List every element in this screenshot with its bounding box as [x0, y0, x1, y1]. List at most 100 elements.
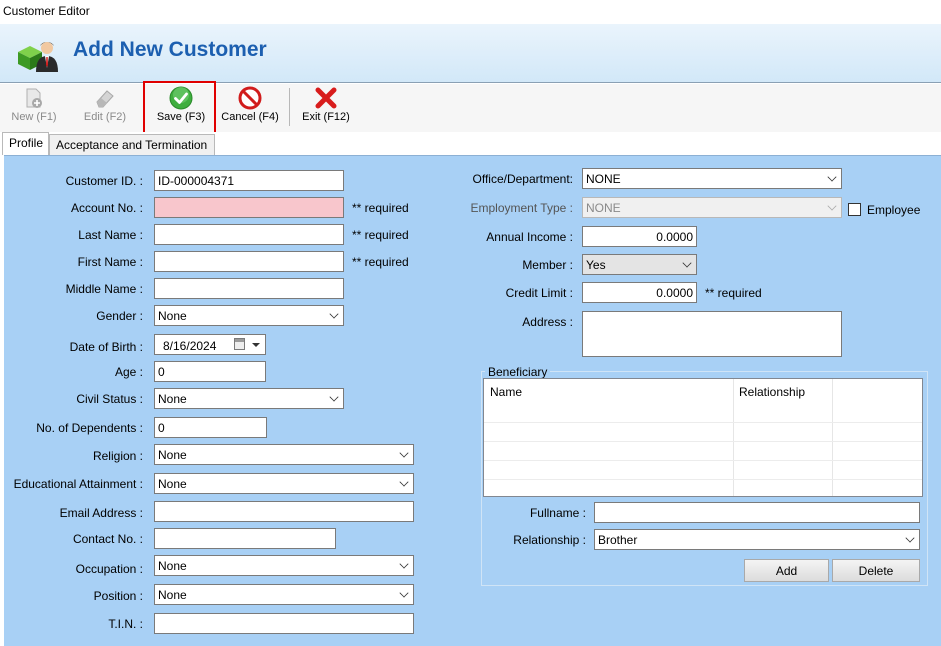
annual-income-field[interactable]: 0.0000: [582, 226, 697, 247]
dropdown-arrow-icon: [252, 343, 260, 347]
tab-strip: Profile Acceptance and Termination: [0, 132, 941, 155]
chevron-down-icon: [905, 533, 915, 543]
chevron-down-icon: [827, 172, 837, 182]
address-field[interactable]: [582, 311, 842, 357]
chevron-down-icon: [399, 448, 409, 458]
tab-profile[interactable]: Profile: [2, 132, 49, 155]
new-button-label: New (F1): [11, 111, 57, 123]
first-name-field[interactable]: [154, 251, 344, 272]
cancel-button-label: Cancel (F4): [221, 111, 279, 123]
address-label: Address :: [522, 315, 573, 329]
customer-cube-icon: [18, 42, 58, 72]
new-document-icon: [26, 88, 42, 108]
window-titlebar: Customer Editor: [0, 0, 941, 24]
account-no-field[interactable]: [154, 197, 344, 218]
exit-button[interactable]: Exit (F12): [296, 84, 356, 130]
middle-name-field[interactable]: [154, 278, 344, 299]
chevron-down-icon: [329, 309, 339, 319]
dependents-label: No. of Dependents :: [36, 421, 143, 435]
window-title: Customer Editor: [3, 4, 90, 18]
tab-acceptance-termination[interactable]: Acceptance and Termination: [49, 134, 215, 155]
member-select[interactable]: Yes: [582, 254, 697, 275]
toolbar-separator: [289, 88, 290, 126]
religion-label: Religion :: [92, 449, 143, 463]
delete-beneficiary-button[interactable]: Delete: [832, 559, 920, 582]
member-label: Member :: [522, 258, 573, 272]
toolbar: New (F1) Edit (F2) Save (F3) Cancel (F4)…: [0, 84, 941, 132]
last-name-required: ** required: [352, 228, 409, 242]
last-name-field[interactable]: [154, 224, 344, 245]
employment-type-value: NONE: [586, 201, 621, 215]
contact-field[interactable]: [154, 528, 336, 549]
tin-field[interactable]: [154, 613, 414, 634]
education-select[interactable]: None: [154, 473, 414, 494]
grid-header-relationship[interactable]: Relationship: [733, 379, 811, 405]
civil-status-select[interactable]: None: [154, 388, 344, 409]
office-label: Office/Department:: [472, 172, 574, 186]
gender-value: None: [158, 309, 187, 323]
religion-select[interactable]: None: [154, 444, 414, 465]
email-field[interactable]: [154, 501, 414, 522]
customer-id-label: Customer ID. :: [65, 174, 143, 188]
dob-datepicker[interactable]: 8/16/2024: [154, 334, 266, 355]
contact-label: Contact No. :: [72, 532, 143, 546]
grid-row-line: [484, 422, 922, 423]
chevron-down-icon: [399, 559, 409, 569]
credit-limit-label: Credit Limit :: [505, 286, 573, 300]
cancel-icon: [238, 86, 262, 110]
civil-status-label: Civil Status :: [76, 392, 143, 406]
office-select[interactable]: NONE: [582, 168, 842, 189]
page-header: Add New Customer: [0, 24, 941, 83]
chevron-down-icon: [399, 588, 409, 598]
employee-checkbox[interactable]: [848, 203, 861, 216]
first-name-required: ** required: [352, 255, 409, 269]
relationship-select[interactable]: Brother: [594, 529, 920, 550]
middle-name-label: Middle Name :: [65, 282, 143, 296]
grid-row-line: [484, 479, 922, 480]
customer-id-field[interactable]: ID-000004371: [154, 170, 344, 191]
add-beneficiary-button[interactable]: Add: [744, 559, 829, 582]
position-select[interactable]: None: [154, 584, 414, 605]
civil-status-value: None: [158, 392, 187, 406]
employment-type-select[interactable]: NONE: [582, 197, 842, 218]
eraser-icon: [96, 90, 114, 108]
position-value: None: [158, 588, 187, 602]
dob-value: 8/16/2024: [163, 339, 217, 353]
dependents-field[interactable]: 0: [154, 417, 267, 438]
new-button[interactable]: New (F1): [5, 84, 63, 130]
employment-type-label: Employment Type :: [470, 201, 574, 215]
account-no-required: ** required: [352, 201, 409, 215]
relationship-label: Relationship :: [513, 533, 586, 547]
cancel-button[interactable]: Cancel (F4): [218, 84, 282, 130]
calendar-icon: [234, 338, 245, 350]
beneficiary-grid[interactable]: Name Relationship: [483, 378, 923, 497]
account-no-label: Account No. :: [70, 201, 143, 215]
fullname-field[interactable]: [594, 502, 920, 523]
fullname-label: Fullname :: [529, 506, 586, 520]
page-title: Add New Customer: [73, 38, 267, 61]
employee-label: Employee: [867, 203, 921, 217]
gender-select[interactable]: None: [154, 305, 344, 326]
exit-button-label: Exit (F12): [302, 111, 350, 123]
save-button-highlight: [143, 81, 216, 134]
member-value: Yes: [586, 258, 606, 272]
credit-limit-required: ** required: [705, 286, 762, 300]
relationship-value: Brother: [598, 533, 638, 547]
occupation-value: None: [158, 559, 187, 573]
position-label: Position :: [93, 589, 143, 603]
first-name-label: First Name :: [77, 255, 143, 269]
chevron-down-icon: [682, 258, 692, 268]
credit-limit-field[interactable]: 0.0000: [582, 282, 697, 303]
tin-label: T.I.N. :: [108, 617, 143, 631]
chevron-down-icon: [329, 392, 339, 402]
edit-button[interactable]: Edit (F2): [76, 84, 134, 130]
edit-button-label: Edit (F2): [83, 111, 127, 123]
chevron-down-icon: [827, 201, 837, 211]
office-value: NONE: [586, 172, 621, 186]
close-icon: [315, 87, 337, 109]
age-field[interactable]: 0: [154, 361, 266, 382]
occupation-select[interactable]: None: [154, 555, 414, 576]
occupation-label: Occupation :: [75, 562, 143, 576]
grid-row-line: [484, 441, 922, 442]
grid-header-name[interactable]: Name: [484, 379, 528, 405]
